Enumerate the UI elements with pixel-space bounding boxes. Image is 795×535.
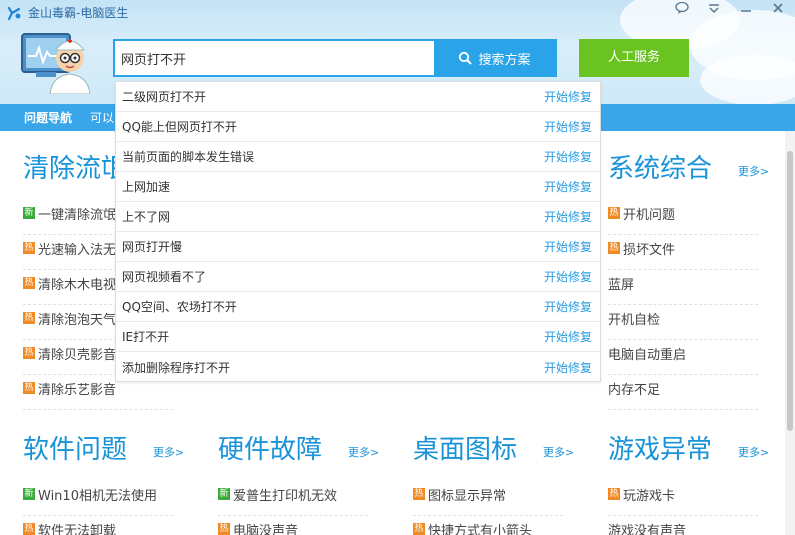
list-item[interactable]: 蓝屏 (608, 270, 758, 305)
new-badge: 新 (218, 488, 230, 500)
minimize-icon[interactable] (737, 0, 755, 18)
hot-badge: 热 (23, 347, 35, 359)
start-fix-link[interactable]: 开始修复 (544, 148, 592, 165)
list-item[interactable]: 电脑自动重启 (608, 340, 758, 375)
scrollbar[interactable] (785, 131, 795, 535)
menu-icon[interactable] (705, 0, 723, 18)
hot-badge: 热 (23, 312, 35, 324)
section-title: 硬件故障 (218, 435, 323, 465)
list-item[interactable]: 内存不足 (608, 375, 758, 410)
new-badge: 新 (23, 488, 35, 500)
hot-badge: 热 (23, 277, 35, 289)
chat-icon[interactable] (673, 0, 691, 18)
suggestion-row[interactable]: 添加删除程序打不开 开始修复 (116, 352, 600, 382)
suggestion-row[interactable]: 上不了网 开始修复 (116, 202, 600, 232)
more-link[interactable]: 更多> (738, 444, 769, 460)
window-controls (673, 0, 787, 18)
section-title: 桌面图标 (413, 435, 518, 465)
list-item[interactable]: 新 Win10相机无法使用 (23, 481, 173, 516)
search-button-label: 搜索方案 (478, 52, 531, 68)
more-link[interactable]: 更多> (738, 163, 769, 179)
list-item[interactable]: 热图标显示异常 (413, 481, 563, 516)
search-input[interactable] (115, 41, 434, 75)
suggestion-row[interactable]: 二级网页打不开 开始修复 (116, 82, 600, 112)
nav-text: 可以 (90, 111, 115, 125)
start-fix-link[interactable]: 开始修复 (544, 359, 592, 376)
hot-badge: 热 (608, 242, 620, 254)
close-icon[interactable] (769, 0, 787, 18)
start-fix-link[interactable]: 开始修复 (544, 298, 592, 315)
kingsoft-logo-icon (6, 5, 22, 21)
list-item[interactable]: 热电脑没声音 (218, 516, 368, 535)
suggestion-row[interactable]: 网页视频看不了 开始修复 (116, 262, 600, 292)
service-button[interactable]: 人工服务 (579, 39, 689, 77)
suggestion-row[interactable]: 上网加速 开始修复 (116, 172, 600, 202)
hot-badge: 热 (608, 488, 620, 500)
start-fix-link[interactable]: 开始修复 (544, 268, 592, 285)
start-fix-link[interactable]: 开始修复 (544, 238, 592, 255)
app-title: 金山毒霸-电脑医生 (28, 6, 129, 20)
scroll-thumb[interactable] (787, 151, 793, 431)
suggestion-row[interactable]: IE打不开 开始修复 (116, 322, 600, 352)
search-box: 搜索方案 (113, 39, 557, 77)
hot-badge: 热 (413, 523, 425, 535)
list-item[interactable]: 开机自检 (608, 305, 758, 340)
list-item[interactable]: 热损坏文件 (608, 235, 758, 270)
suggestion-row[interactable]: 网页打开慢 开始修复 (116, 232, 600, 262)
start-fix-link[interactable]: 开始修复 (544, 328, 592, 345)
nav-label[interactable]: 问题导航 (24, 109, 72, 126)
suggestion-row[interactable]: 当前页面的脚本发生错误 开始修复 (116, 142, 600, 172)
section-title: 软件问题 (23, 435, 128, 465)
list-item[interactable]: 热玩游戏卡 (608, 481, 758, 516)
suggestion-row[interactable]: QQ能上但网页打不开 开始修复 (116, 112, 600, 142)
hot-badge: 热 (23, 523, 35, 535)
more-link[interactable]: 更多> (543, 444, 574, 460)
section-title: 清除流氓 (23, 154, 128, 184)
start-fix-link[interactable]: 开始修复 (544, 118, 592, 135)
hot-badge: 热 (608, 207, 620, 219)
start-fix-link[interactable]: 开始修复 (544, 208, 592, 225)
search-suggestions: 二级网页打不开 开始修复 QQ能上但网页打不开 开始修复 当前页面的脚本发生错误 开始… (115, 81, 601, 382)
section-title: 系统综合 (608, 154, 713, 184)
start-fix-link[interactable]: 开始修复 (544, 178, 592, 195)
hot-badge: 热 (218, 523, 230, 535)
hot-badge: 热 (23, 242, 35, 254)
new-badge: 新 (23, 207, 35, 219)
section-title: 游戏异常 (608, 435, 713, 465)
search-button[interactable]: 搜索方案 (434, 41, 555, 75)
cloud-decoration (700, 55, 795, 104)
hot-badge: 热 (413, 488, 425, 500)
list-item[interactable]: 游戏没有声音 (608, 516, 758, 535)
doctor-avatar (20, 24, 91, 95)
list-item[interactable]: 新爱普生打印机无效 (218, 481, 368, 516)
suggestion-row[interactable]: QQ空间、农场打不开 开始修复 (116, 292, 600, 322)
more-link[interactable]: 更多> (153, 444, 184, 460)
list-item[interactable]: 热开机问题 (608, 200, 758, 235)
more-link[interactable]: 更多> (348, 444, 379, 460)
hot-badge: 热 (23, 382, 35, 394)
list-item[interactable]: 热软件无法卸载 (23, 516, 173, 535)
search-icon (459, 51, 473, 65)
list-item[interactable]: 热快捷方式有小箭头 (413, 516, 563, 535)
start-fix-link[interactable]: 开始修复 (544, 88, 592, 105)
title-bar: 金山毒霸-电脑医生 (6, 4, 128, 21)
